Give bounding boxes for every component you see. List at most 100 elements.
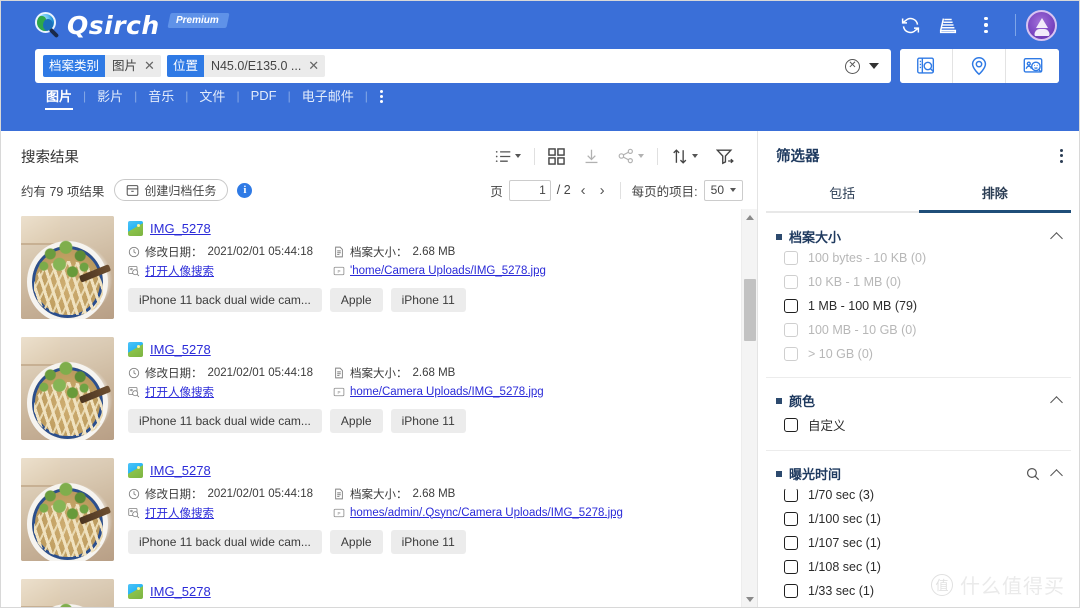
- filter-option[interactable]: 1/33 sec (1): [776, 579, 1061, 603]
- tab-pdf[interactable]: PDF: [240, 86, 288, 107]
- filter-group-header[interactable]: 曝光时间: [776, 464, 1063, 483]
- filter-option[interactable]: 1/107 sec (1): [776, 531, 1061, 555]
- tab-music[interactable]: 音乐: [137, 84, 185, 109]
- per-page-select[interactable]: 50: [703, 179, 743, 201]
- filter-results-button[interactable]: [707, 148, 743, 165]
- open-face-search-link[interactable]: 打开人像搜索: [145, 384, 214, 400]
- tab-documents[interactable]: 文件: [188, 84, 236, 109]
- scrollbar-thumb[interactable]: [744, 279, 756, 341]
- list-view-button[interactable]: [486, 149, 530, 164]
- filter-group-header[interactable]: 颜色: [776, 391, 1063, 410]
- filter-overflow-button[interactable]: [1060, 148, 1063, 163]
- tag-camera-model[interactable]: iPhone 11 back dual wide cam...: [128, 409, 322, 433]
- search-icon[interactable]: [1026, 467, 1040, 481]
- scan-button[interactable]: [929, 8, 967, 42]
- file-path-link[interactable]: 'home/Camera Uploads/IMG_5278.jpg: [350, 265, 546, 277]
- table-row[interactable]: IMG_5278 修改日期： 2021/02/01 05:: [21, 328, 741, 449]
- grid-view-icon: [548, 147, 565, 165]
- scroll-up-button[interactable]: [742, 209, 757, 225]
- checkbox[interactable]: [784, 323, 798, 337]
- filter-option[interactable]: 10 KB - 1 MB (0): [776, 270, 1061, 294]
- modified-date: 修改日期： 2021/02/01 05:44:18: [128, 484, 333, 503]
- filter-group-header[interactable]: 档案大小: [776, 227, 1063, 246]
- filter-option[interactable]: 100 MB - 10 GB (0): [776, 318, 1061, 342]
- tag-camera-model[interactable]: iPhone 11 back dual wide cam...: [128, 288, 322, 312]
- header-overflow-button[interactable]: [967, 8, 1005, 42]
- prev-page-button[interactable]: ‹: [577, 183, 590, 198]
- search-input[interactable]: 档案类别 图片 ✕ 位置 N45.0/E135.0 ... ✕ ✕: [35, 49, 891, 83]
- share-button[interactable]: [609, 148, 653, 164]
- next-page-button[interactable]: ›: [596, 183, 609, 198]
- chevron-up-icon[interactable]: [1050, 232, 1063, 245]
- checkbox[interactable]: [784, 536, 798, 550]
- filter-option[interactable]: 1/108 sec (1): [776, 555, 1061, 579]
- create-archive-task-button[interactable]: 创建归档任务: [114, 179, 229, 201]
- tab-videos[interactable]: 影片: [86, 84, 134, 109]
- tag-device[interactable]: iPhone 11: [390, 409, 466, 433]
- result-filename-link[interactable]: IMG_5278: [150, 584, 211, 599]
- filter-option[interactable]: 自定义: [776, 410, 1061, 439]
- checkbox[interactable]: [784, 347, 798, 361]
- sort-button[interactable]: [662, 148, 707, 165]
- filter-option[interactable]: 1/100 sec (1): [776, 507, 1061, 531]
- tag-make[interactable]: Apple: [329, 288, 383, 312]
- location-search-button[interactable]: [953, 49, 1006, 83]
- tab-overflow-button[interactable]: [368, 89, 395, 103]
- open-face-search-link[interactable]: 打开人像搜索: [145, 505, 214, 521]
- tag-device[interactable]: iPhone 11: [390, 288, 466, 312]
- search-chip-filetype[interactable]: 档案类别 图片 ✕: [43, 55, 161, 77]
- table-row[interactable]: IMG_5278 修改日期： 2021/02/01 05:: [21, 209, 741, 328]
- file-path-link[interactable]: home/Camera Uploads/IMG_5278.jpg: [350, 386, 544, 398]
- checkbox[interactable]: [784, 584, 798, 598]
- tag-device[interactable]: iPhone 11: [390, 530, 466, 554]
- filter-option[interactable]: 1/70 sec (3): [776, 483, 1061, 507]
- grid-view-button[interactable]: [539, 147, 574, 165]
- avatar[interactable]: [1026, 9, 1057, 41]
- tag-make[interactable]: Apple: [329, 530, 383, 554]
- chevron-up-icon[interactable]: [1050, 396, 1063, 409]
- file-path-link[interactable]: homes/admin/.Qsync/Camera Uploads/IMG_52…: [350, 507, 623, 519]
- thumbnail[interactable]: [21, 337, 114, 440]
- tab-exclude[interactable]: 排除: [918, 176, 1071, 213]
- search-chip-location[interactable]: 位置 N45.0/E135.0 ... ✕: [166, 55, 326, 77]
- checkbox[interactable]: [784, 512, 798, 526]
- clear-search-button[interactable]: ✕: [845, 58, 860, 74]
- chevron-up-icon[interactable]: [1050, 469, 1063, 482]
- filter-option[interactable]: > 10 GB (0): [776, 342, 1061, 366]
- result-filename-link[interactable]: IMG_5278: [150, 342, 211, 357]
- results-scrollbar[interactable]: [741, 209, 757, 607]
- result-filename-link[interactable]: IMG_5278: [150, 221, 211, 236]
- checkbox[interactable]: [784, 488, 798, 502]
- advanced-search-button[interactable]: [900, 49, 953, 83]
- checkbox[interactable]: [784, 299, 798, 313]
- tab-email[interactable]: 电子邮件: [291, 84, 365, 109]
- filter-option[interactable]: 1 MB - 100 MB (79): [776, 294, 1061, 318]
- checkbox[interactable]: [784, 251, 798, 265]
- table-row[interactable]: IMG_5278 修改日期： 2021/02/01 05:: [21, 570, 741, 607]
- chip-remove-filetype[interactable]: ✕: [144, 59, 155, 72]
- thumbnail[interactable]: [21, 216, 114, 319]
- scroll-down-button[interactable]: [742, 591, 757, 607]
- table-row[interactable]: IMG_5278 修改日期： 2021/02/01 05:: [21, 449, 741, 570]
- open-face-search-link[interactable]: 打开人像搜索: [145, 263, 214, 279]
- filter-icon: [716, 149, 734, 164]
- chevron-down-icon[interactable]: [869, 63, 879, 69]
- bullet-icon: [776, 233, 782, 240]
- tag-make[interactable]: Apple: [329, 409, 383, 433]
- checkbox[interactable]: [784, 417, 798, 432]
- tab-images[interactable]: 图片: [35, 84, 83, 110]
- info-icon[interactable]: i: [237, 182, 253, 198]
- tab-include[interactable]: 包括: [766, 176, 919, 213]
- checkbox[interactable]: [784, 560, 798, 574]
- thumbnail[interactable]: [21, 458, 114, 561]
- result-filename-link[interactable]: IMG_5278: [150, 463, 211, 478]
- thumbnail[interactable]: [21, 579, 114, 607]
- people-search-button[interactable]: [1006, 49, 1059, 83]
- tag-camera-model[interactable]: iPhone 11 back dual wide cam...: [128, 530, 322, 554]
- refresh-button[interactable]: [891, 8, 929, 42]
- download-button[interactable]: [574, 148, 609, 165]
- page-number-input[interactable]: [508, 179, 551, 201]
- filter-option[interactable]: 100 bytes - 10 KB (0): [776, 246, 1061, 270]
- checkbox[interactable]: [784, 275, 798, 289]
- chip-remove-location[interactable]: ✕: [308, 59, 319, 72]
